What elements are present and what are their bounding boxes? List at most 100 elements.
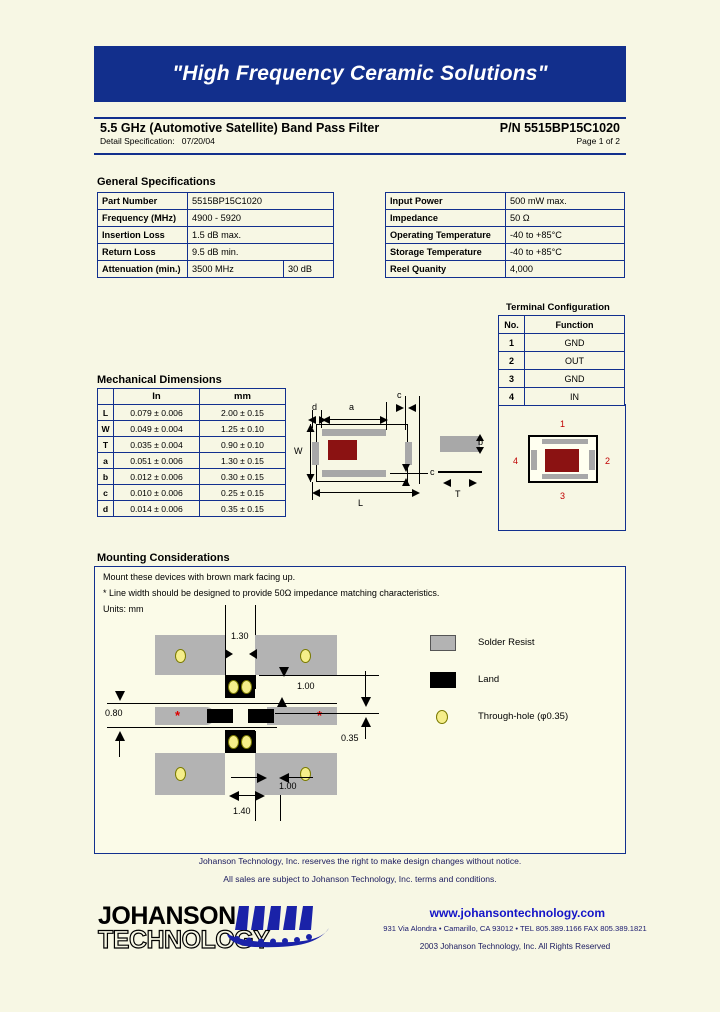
row-value: 4,000: [505, 260, 625, 278]
column-header-no: No.: [498, 315, 525, 334]
dimension-symbol: c: [97, 484, 114, 501]
through-hole: [175, 649, 186, 663]
website-link[interactable]: www.johansontechnology.com: [400, 906, 700, 920]
table-row: Frequency (MHz) 4900 - 5920: [97, 209, 334, 227]
label-c-right: c: [430, 467, 435, 477]
solder-resist-trace-left: [155, 707, 215, 725]
dimension-in: 0.049 ± 0.004: [113, 420, 200, 437]
label-b: b: [478, 437, 484, 447]
mounting-note-3: Units: mm: [103, 604, 144, 614]
row-value: 9.5 dB min.: [187, 243, 334, 261]
table-row: L 0.079 ± 0.006 2.00 ± 0.15: [97, 404, 286, 421]
dimension-symbol: b: [97, 468, 114, 485]
label-w: W: [294, 446, 303, 456]
table-row: 3 GND: [498, 369, 625, 388]
dimension-label-top-gap: 1.30: [231, 631, 249, 641]
row-label: Return Loss: [97, 243, 188, 261]
terminal-function: OUT: [524, 351, 625, 370]
arrowhead-left-top: [115, 691, 125, 701]
dimension-symbol: d: [97, 500, 114, 517]
header-banner: "High Frequency Ceramic Solutions": [94, 46, 626, 102]
dimension-label-bottom-outer: 1.40: [233, 806, 251, 816]
legend-label: Solder Resist: [478, 637, 535, 648]
through-hole: [175, 767, 186, 781]
terminal-configuration-diagram: 1 2 3 4: [498, 404, 626, 531]
row-label: Input Power: [385, 192, 506, 210]
row-label: Impedance: [385, 209, 506, 227]
arrowheads-w: [306, 424, 315, 482]
pad-top: [542, 439, 588, 444]
dimension-in: 0.010 ± 0.006: [113, 484, 200, 501]
row-value: 4900 - 5920: [187, 209, 334, 227]
title-bar: 5.5 GHz (Automotive Satellite) Band Pass…: [94, 117, 626, 155]
table-row: b 0.012 ± 0.006 0.30 ± 0.15: [97, 468, 286, 485]
through-hole: [241, 680, 252, 694]
label-a: a: [349, 402, 355, 412]
terminal-number: 2: [498, 351, 525, 370]
terminal-number: 3: [498, 369, 525, 388]
side-view-baseline: [438, 471, 482, 473]
table-row: Storage Temperature -40 to +85°C: [385, 243, 625, 261]
row-value: 50 Ω: [505, 209, 625, 227]
dimension-line: [235, 795, 259, 797]
terminal-label-top: 1: [560, 419, 566, 429]
table-header-row: In mm: [97, 388, 286, 405]
solder-resist-top-left: [155, 635, 225, 675]
dimension-symbol: L: [97, 404, 114, 421]
column-header-function: Function: [524, 315, 625, 334]
dimension-symbol: a: [97, 452, 114, 469]
detail-spec-label: Detail Specification:: [100, 136, 175, 146]
package-pad-bottom: [322, 470, 386, 477]
component-package-top-view: [528, 435, 598, 483]
label-t: T: [455, 489, 461, 499]
attenuation-frequency: 3500 MHz: [187, 260, 284, 278]
table-header-row: No. Function: [498, 315, 625, 334]
terminal-number: 4: [498, 387, 525, 406]
through-hole-swatch: [436, 710, 448, 724]
dimension-mm: 0.35 ± 0.15: [199, 500, 286, 517]
package-brown-mark: [328, 440, 357, 460]
dimension-mm: 0.90 ± 0.10: [199, 436, 286, 453]
mounting-considerations-panel: Mount these devices with brown mark faci…: [94, 566, 626, 854]
table-row: 2 OUT: [498, 351, 625, 370]
mechanical-dimensions-table: In mm L 0.079 ± 0.006 2.00 ± 0.15 W 0.04…: [97, 388, 286, 517]
mounting-considerations-heading: Mounting Considerations: [97, 552, 230, 564]
dimension-mm: 1.30 ± 0.15: [199, 452, 286, 469]
terminal-function: GND: [524, 369, 625, 388]
dimension-in: 0.035 ± 0.004: [113, 436, 200, 453]
table-row: W 0.049 ± 0.004 1.25 ± 0.10: [97, 420, 286, 437]
dimension-symbol: W: [97, 420, 114, 437]
row-label: Insertion Loss: [97, 226, 188, 244]
table-row: d 0.014 ± 0.006 0.35 ± 0.15: [97, 500, 286, 517]
banner-tagline: "High Frequency Ceramic Solutions": [172, 62, 548, 85]
dimension-label-left: 0.80: [105, 708, 123, 718]
attenuation-value: 30 dB: [283, 260, 334, 278]
package-pad-top: [322, 429, 386, 436]
terminal-function: GND: [524, 333, 625, 352]
row-label: Part Number: [97, 192, 188, 210]
pad-left: [531, 450, 537, 470]
row-value: 5515BP15C1020: [187, 192, 334, 210]
terminal-configuration-table: No. Function 1 GND 2 OUT 3 GND 4 IN: [498, 315, 625, 406]
row-label: Storage Temperature: [385, 243, 506, 261]
table-row-attenuation: Attenuation (min.) 3500 MHz 30 dB: [97, 260, 334, 278]
through-hole: [228, 680, 239, 694]
row-value: 1.5 dB max.: [187, 226, 334, 244]
extension-line: [365, 671, 367, 705]
arrowheads-c-top: [396, 404, 416, 412]
table-row: Part Number 5515BP15C1020: [97, 192, 334, 210]
mechanical-drawing: a d c c W L b T: [292, 388, 488, 528]
mounting-pad-layout-diagram: * * 1.30 1.00 0.80 0.35 1.00 1.40: [105, 605, 455, 838]
table-row: 1 GND: [498, 333, 625, 352]
table-row: Operating Temperature -40 to +85°C: [385, 226, 625, 244]
solder-resist-swatch: [430, 635, 456, 651]
dimension-label-right-lower: 0.35: [341, 733, 359, 743]
dimension-mm: 2.00 ± 0.15: [199, 404, 286, 421]
viking-ship-icon: [227, 906, 329, 948]
table-row: Input Power 500 mW max.: [385, 192, 625, 210]
detail-specification: Detail Specification: 07/20/04: [100, 136, 215, 146]
row-label: Frequency (MHz): [97, 209, 188, 227]
terminal-label-bottom: 3: [560, 491, 566, 501]
terminal-number: 1: [498, 333, 525, 352]
disclaimer-line-1: Johanson Technology, Inc. reserves the r…: [198, 856, 522, 866]
